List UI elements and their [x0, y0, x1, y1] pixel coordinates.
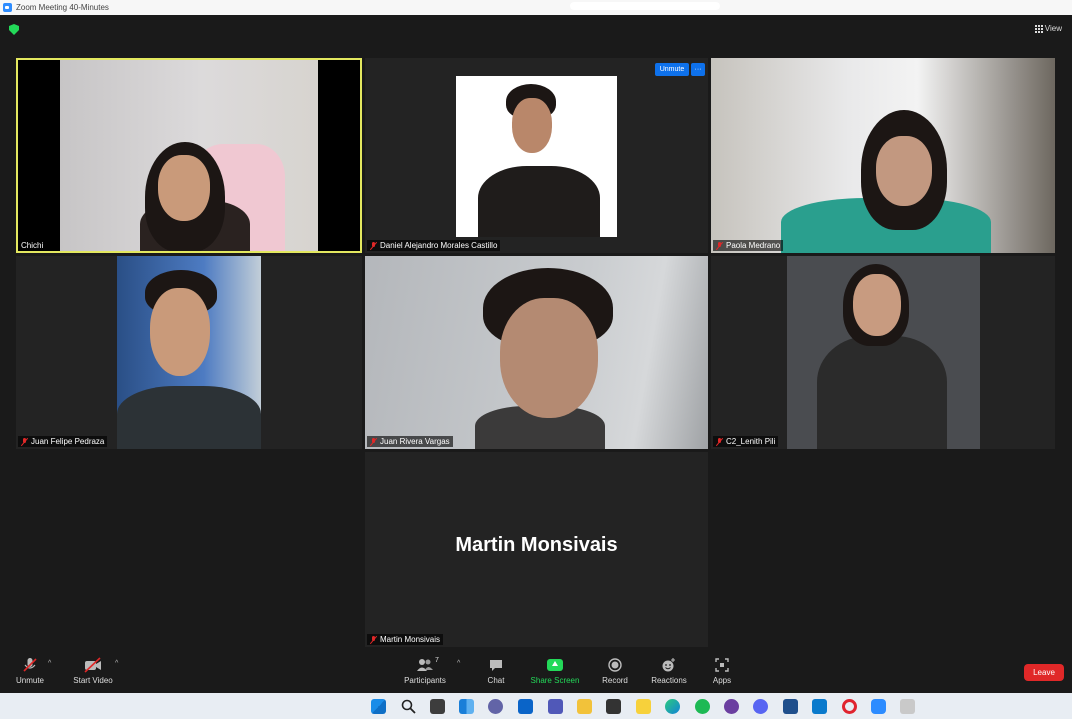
mic-muted-icon: [21, 437, 28, 446]
edge-icon[interactable]: [665, 699, 680, 714]
start-video-label: Start Video: [73, 676, 113, 685]
discord-icon[interactable]: [753, 699, 768, 714]
apps-icon: [692, 657, 752, 673]
reactions-label: Reactions: [651, 676, 687, 685]
record-button[interactable]: Record: [585, 657, 645, 685]
participant-name: Juan Felipe Pedraza: [31, 437, 105, 446]
record-label: Record: [602, 676, 628, 685]
participant-name-tag: Martin Monsivais: [367, 634, 444, 645]
reactions-icon: [639, 657, 699, 673]
github-icon[interactable]: [724, 699, 739, 714]
video-off-icon: [63, 657, 123, 673]
file-explorer-icon[interactable]: [577, 699, 592, 714]
record-icon: [585, 657, 645, 673]
video-tile-daniel[interactable]: Unmute ··· Daniel Alejandro Morales Cast…: [365, 58, 708, 253]
participants-icon: 7: [395, 657, 455, 673]
video-tile-juan-rivera[interactable]: Juan Rivera Vargas: [365, 256, 708, 449]
participant-display-name: Martin Monsivais: [455, 534, 618, 556]
mic-muted-icon: [370, 437, 377, 446]
participant-name: Paola Medrano: [726, 241, 781, 250]
apps-button[interactable]: Apps: [692, 657, 752, 685]
participant-video: [365, 256, 708, 449]
video-tile-chichi[interactable]: Chichi: [16, 58, 362, 253]
window-title: Zoom Meeting 40-Minutes: [16, 3, 109, 12]
video-options-caret[interactable]: ^: [115, 660, 118, 667]
participant-name-tag: Juan Rivera Vargas: [367, 436, 453, 447]
video-tile-paola[interactable]: Paola Medrano: [711, 58, 1055, 253]
encryption-shield-icon[interactable]: [9, 24, 19, 35]
chat-app-icon[interactable]: [488, 699, 503, 714]
spotify-icon[interactable]: [695, 699, 710, 714]
app-icon[interactable]: [900, 699, 915, 714]
participant-video: [60, 60, 318, 251]
mic-muted-icon: [716, 437, 723, 446]
meeting-top-bar: View: [0, 15, 1072, 42]
sticky-notes-icon[interactable]: [636, 699, 651, 714]
chat-button[interactable]: Chat: [466, 657, 526, 685]
participant-name: Juan Rivera Vargas: [380, 437, 450, 446]
participant-name-tag: Daniel Alejandro Morales Castillo: [367, 240, 501, 251]
chat-icon: [466, 657, 526, 673]
mic-muted-icon: [716, 241, 723, 250]
vscode-icon[interactable]: [812, 699, 827, 714]
share-screen-button[interactable]: Share Screen: [525, 657, 585, 685]
leave-button[interactable]: Leave: [1024, 664, 1064, 681]
unmute-label: Unmute: [15, 676, 44, 685]
participant-name: Daniel Alejandro Morales Castillo: [380, 241, 498, 250]
widgets-icon[interactable]: [459, 699, 474, 714]
participant-video: [117, 256, 261, 449]
task-view-icon[interactable]: [430, 699, 445, 714]
window-titlebar: Zoom Meeting 40-Minutes: [0, 0, 1072, 15]
participants-label: Participants: [404, 676, 446, 685]
participant-name: Chichi: [21, 241, 44, 250]
participant-video: [456, 76, 617, 237]
participant-name-tag: Juan Felipe Pedraza: [18, 436, 108, 447]
share-screen-label: Share Screen: [530, 676, 580, 685]
participant-name-tag: Paola Medrano: [713, 240, 784, 251]
mic-muted-icon: [370, 635, 377, 644]
reactions-button[interactable]: Reactions: [639, 657, 699, 685]
hover-more-button[interactable]: ···: [691, 63, 705, 76]
windows-taskbar: [0, 693, 1072, 719]
mail-icon[interactable]: [518, 699, 533, 714]
audio-options-caret[interactable]: ^: [48, 660, 51, 667]
opera-icon[interactable]: [842, 699, 857, 714]
share-screen-icon: [547, 659, 563, 671]
participant-name-tag: C2_Lenith Pili: [713, 436, 779, 447]
zoom-icon[interactable]: [871, 699, 886, 714]
teams-icon[interactable]: [548, 699, 563, 714]
video-tile-lenith[interactable]: C2_Lenith Pili: [711, 256, 1055, 449]
participants-button[interactable]: 7 Participants: [395, 657, 455, 685]
participants-count: 7: [435, 657, 439, 664]
video-tile-juan-felipe[interactable]: Juan Felipe Pedraza: [16, 256, 362, 449]
grid-view-icon: [1034, 25, 1043, 33]
view-label: View: [1044, 24, 1062, 33]
participant-video: [787, 256, 980, 449]
participant-name-tag: Chichi: [18, 240, 47, 251]
participant-name: C2_Lenith Pili: [726, 437, 776, 446]
participants-options-caret[interactable]: ^: [457, 660, 460, 667]
apps-label: Apps: [712, 676, 732, 685]
start-video-button[interactable]: Start Video: [63, 657, 123, 685]
mic-muted-icon: [370, 241, 377, 250]
search-icon[interactable]: [401, 699, 416, 714]
powershell-icon[interactable]: [783, 699, 798, 714]
titlebar-search-field[interactable]: [570, 2, 720, 10]
participant-name: Martin Monsivais: [380, 635, 441, 644]
zoom-app-icon: [3, 3, 12, 12]
meeting-control-bar: Unmute ^ Start Video ^ 7 Participants ^ …: [0, 651, 1072, 693]
windows-start-icon[interactable]: [371, 699, 386, 714]
store-icon[interactable]: [606, 699, 621, 714]
video-tile-martin[interactable]: Martin Monsivais Martin Monsivais: [365, 452, 708, 647]
view-button[interactable]: View: [1034, 24, 1062, 33]
participant-video: [711, 58, 1055, 253]
hover-unmute-button[interactable]: Unmute: [655, 63, 689, 76]
chat-label: Chat: [487, 676, 505, 685]
